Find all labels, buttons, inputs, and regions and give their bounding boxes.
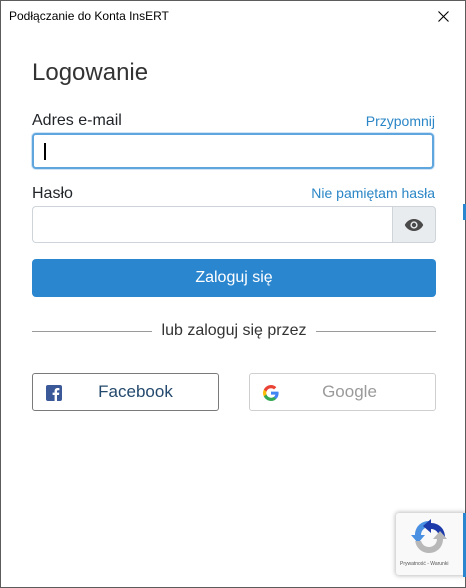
close-icon (437, 10, 449, 22)
google-login-button[interactable]: Google (249, 373, 436, 411)
email-label: Adres e-mail (32, 112, 122, 129)
close-button[interactable] (421, 1, 465, 31)
page-title: Logowanie (32, 59, 149, 86)
titlebar: Podłączanie do Konta InsERT (1, 1, 465, 31)
facebook-label: Facebook (98, 382, 173, 401)
email-field[interactable] (32, 133, 434, 169)
google-label: Google (322, 382, 377, 401)
show-password-button[interactable] (392, 206, 436, 243)
text-caret (44, 143, 46, 160)
remind-email-link[interactable]: Przypomnij (366, 113, 435, 129)
password-field[interactable] (32, 206, 393, 243)
recaptcha-badge[interactable]: Prywatność - Warunki (396, 513, 465, 575)
divider-right (316, 331, 436, 332)
forgot-password-link[interactable]: Nie pamiętam hasła (311, 185, 435, 201)
eye-icon (404, 218, 424, 231)
facebook-login-button[interactable]: Facebook (32, 373, 219, 411)
window-title: Podłączanie do Konta InsERT (9, 9, 169, 23)
recaptcha-icon (411, 519, 447, 553)
login-button-label: Zaloguj się (195, 269, 273, 286)
recaptcha-text[interactable]: Prywatność - Warunki (400, 561, 448, 567)
login-dialog: Podłączanie do Konta InsERT Logowanie Ad… (0, 0, 466, 588)
login-button[interactable]: Zaloguj się (32, 259, 436, 297)
password-label: Hasło (32, 185, 73, 202)
